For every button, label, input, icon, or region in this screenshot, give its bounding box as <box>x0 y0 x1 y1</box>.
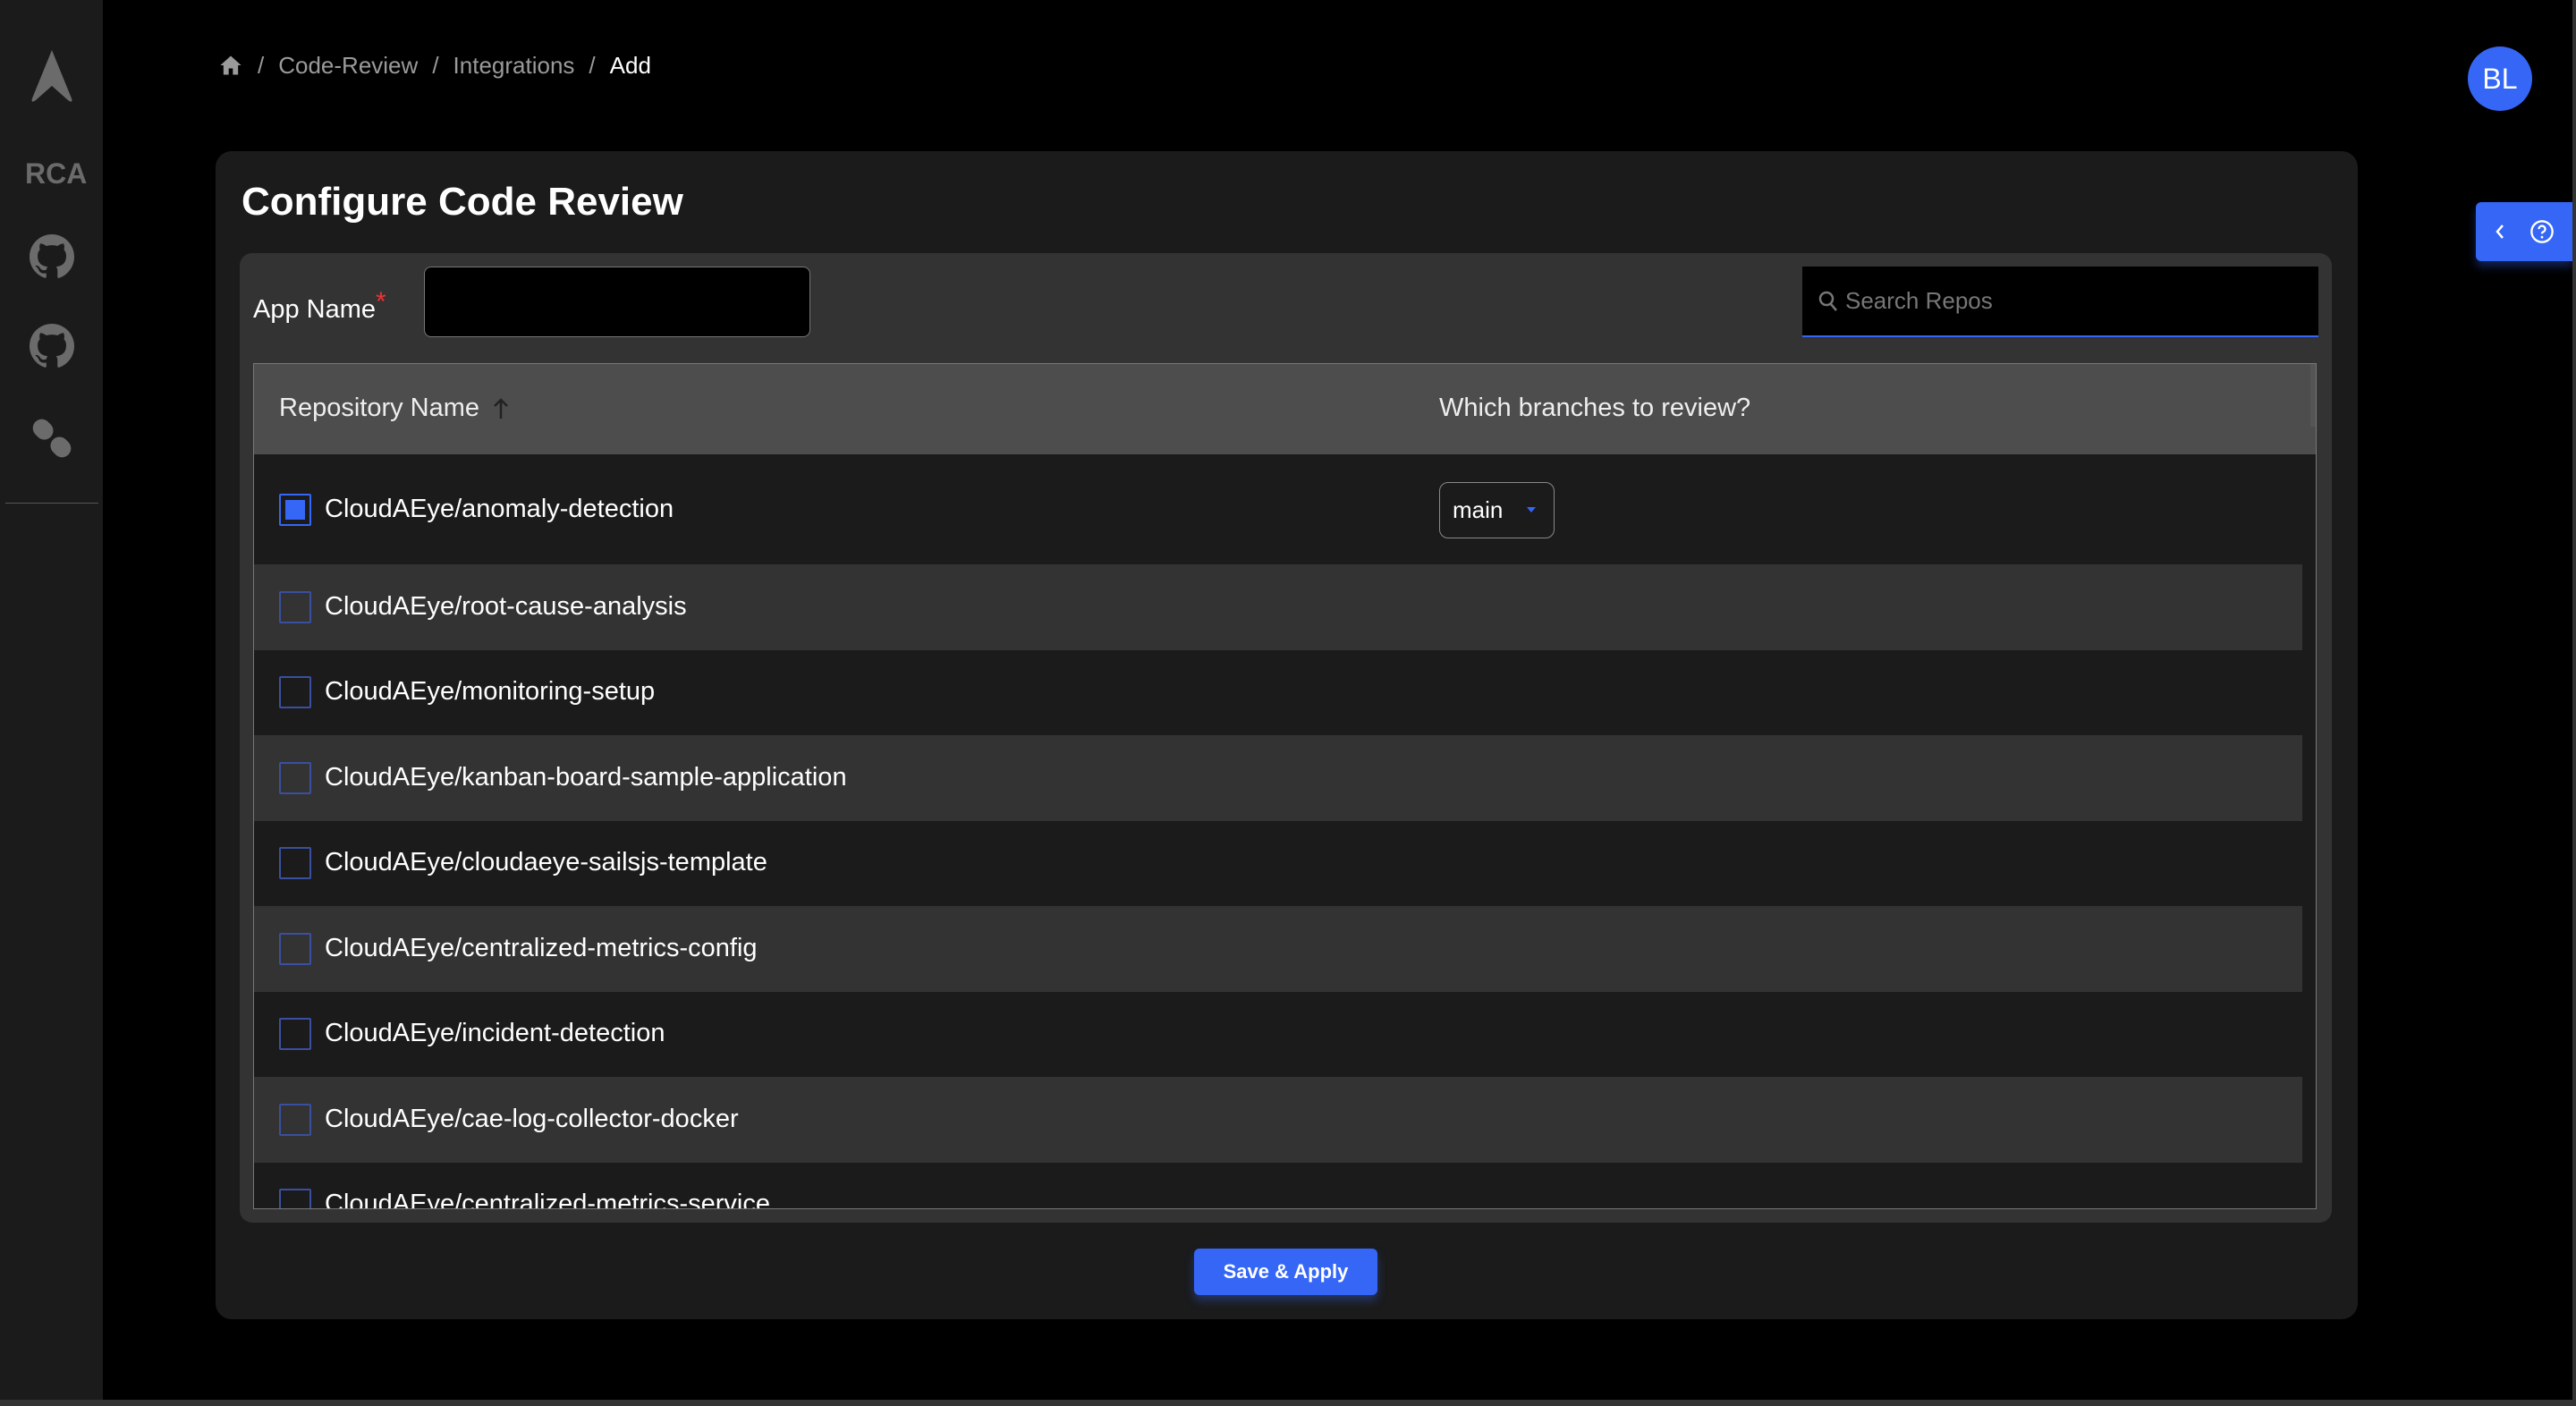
avatar[interactable]: BL <box>2468 47 2532 111</box>
app-name-input[interactable] <box>424 267 810 337</box>
sidebar-divider <box>5 503 98 504</box>
table-row: CloudAEye/kanban-board-sample-applicatio… <box>254 735 2302 821</box>
sidebar-item-rca[interactable]: RCA <box>25 157 87 191</box>
caret-down-icon <box>1527 506 1536 512</box>
table-row: CloudAEye/monitoring-setup <box>254 649 2302 735</box>
repo-checkbox[interactable] <box>279 493 311 526</box>
column-repository-name[interactable]: Repository Name <box>279 394 510 423</box>
table-row: CloudAEye/incident-detection <box>254 991 2302 1077</box>
home-icon[interactable] <box>218 53 243 78</box>
table-row: CloudAEye/centralized-metrics-service <box>254 1162 2302 1209</box>
scrollbar[interactable] <box>2310 364 2316 427</box>
repo-name: CloudAEye/kanban-board-sample-applicatio… <box>325 762 847 792</box>
window-edge <box>2572 0 2576 1406</box>
breadcrumb-code-review[interactable]: Code-Review <box>278 52 418 80</box>
sidebar: RCA <box>0 0 103 1400</box>
help-icon <box>2530 220 2554 243</box>
pill-icon[interactable] <box>25 411 79 465</box>
repo-name: CloudAEye/cloudaeye-sailsjs-template <box>325 848 767 877</box>
breadcrumb: / Code-Review / Integrations / Add <box>218 50 651 80</box>
table-row: CloudAEye/anomaly-detection main <box>254 454 2302 564</box>
required-mark: * <box>376 287 386 317</box>
repo-name: CloudAEye/incident-detection <box>325 1019 665 1048</box>
bottom-bar <box>0 1400 2576 1406</box>
configure-card: Configure Code Review App Name* Search R… <box>216 151 2358 1319</box>
repo-name: CloudAEye/cae-log-collector-docker <box>325 1104 739 1133</box>
help-panel-toggle[interactable] <box>2476 202 2572 261</box>
breadcrumb-integrations[interactable]: Integrations <box>453 52 575 80</box>
repo-checkbox[interactable] <box>279 1189 311 1208</box>
table-row: CloudAEye/cloudaeye-sailsjs-template <box>254 820 2302 906</box>
column-branches: Which branches to review? <box>1439 394 1751 422</box>
search-icon <box>1818 291 1837 311</box>
repo-checkbox[interactable] <box>279 761 311 794</box>
column-label: Repository Name <box>279 394 480 422</box>
repo-checkbox[interactable] <box>279 932 311 965</box>
chevron-left-icon <box>2496 224 2504 239</box>
github-icon[interactable] <box>25 319 79 373</box>
github-icon[interactable] <box>25 230 79 284</box>
search-repos-input[interactable]: Search Repos <box>1802 267 2318 337</box>
branch-value: main <box>1453 495 1504 523</box>
repo-name: CloudAEye/centralized-metrics-service <box>325 1190 770 1209</box>
repo-checkbox[interactable] <box>279 1018 311 1051</box>
repo-checkbox[interactable] <box>279 1103 311 1136</box>
repo-checkbox[interactable] <box>279 847 311 880</box>
search-placeholder: Search Repos <box>1845 287 1993 314</box>
sort-arrow-up-icon[interactable] <box>492 397 510 420</box>
repo-table: Repository Name Which branches to review… <box>253 363 2317 1209</box>
repo-name: CloudAEye/anomaly-detection <box>325 494 674 523</box>
repo-checkbox[interactable] <box>279 676 311 709</box>
app-name-label-text: App Name <box>253 295 377 324</box>
page-title: Configure Code Review <box>242 180 683 224</box>
repo-checkbox[interactable] <box>279 590 311 623</box>
table-row: CloudAEye/centralized-metrics-config <box>254 906 2302 992</box>
app-name-label: App Name* <box>253 287 386 325</box>
repo-name: CloudAEye/root-cause-analysis <box>325 591 687 621</box>
table-header: Repository Name Which branches to review… <box>254 364 2316 454</box>
breadcrumb-separator: / <box>258 51 265 79</box>
save-apply-button[interactable]: Save & Apply <box>1194 1249 1377 1295</box>
repo-panel: App Name* Search Repos Repository Name W… <box>240 253 2332 1223</box>
breadcrumb-separator: / <box>432 51 439 79</box>
repo-name: CloudAEye/centralized-metrics-config <box>325 933 758 962</box>
table-row: CloudAEye/root-cause-analysis <box>254 564 2302 650</box>
table-row: CloudAEye/cae-log-collector-docker <box>254 1077 2302 1163</box>
branch-select[interactable]: main <box>1439 481 1555 538</box>
breadcrumb-separator: / <box>589 51 596 79</box>
breadcrumb-add: Add <box>609 51 651 79</box>
arrow-logo-icon[interactable] <box>25 49 79 103</box>
repo-name: CloudAEye/monitoring-setup <box>325 677 656 707</box>
